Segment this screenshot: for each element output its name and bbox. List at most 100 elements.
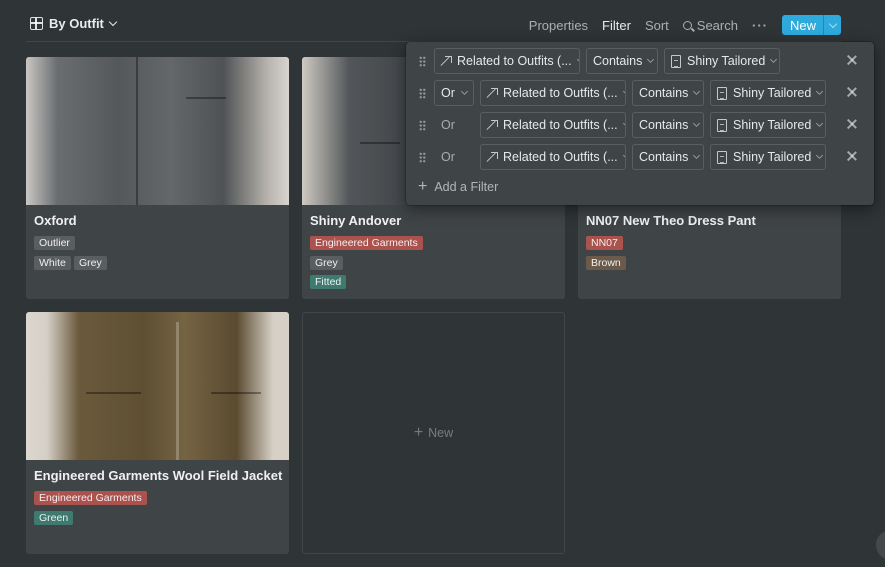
- page-icon: [717, 118, 727, 132]
- filter-property-select[interactable]: Related to Outfits (...: [480, 112, 626, 138]
- tag-color: Green: [34, 511, 74, 525]
- filter-property-select[interactable]: Related to Outfits (...: [434, 48, 580, 74]
- filter-operator-label: Contains: [639, 118, 689, 132]
- filter-property-select[interactable]: Related to Outfits (...: [480, 144, 626, 170]
- page-icon: [717, 150, 727, 164]
- filter-property-label: Related to Outfits (...: [457, 54, 572, 68]
- tag-fit: Fitted: [310, 275, 347, 289]
- new-card-button[interactable]: + New: [302, 312, 565, 554]
- filter-property-label: Related to Outfits (...: [503, 86, 618, 100]
- filter-row: Related to Outfits (... Contains Shiny T…: [406, 48, 874, 74]
- filter-operator-select[interactable]: Contains: [632, 80, 704, 106]
- chevron-down-icon: [828, 19, 837, 28]
- plus-icon: +: [418, 178, 428, 195]
- new-card-label: New: [428, 426, 454, 440]
- remove-filter-icon[interactable]: [846, 54, 858, 66]
- filter-value-label: Shiny Tailored: [687, 54, 766, 68]
- filter-operator-label: Contains: [639, 86, 689, 100]
- search-label: Search: [696, 17, 738, 33]
- chevron-down-icon: [622, 87, 625, 96]
- view-switcher[interactable]: By Outfit: [30, 16, 118, 31]
- chevron-down-icon: [770, 55, 778, 64]
- tag-color: White: [34, 256, 71, 270]
- card-title: Shiny Andover: [310, 213, 402, 228]
- view-toolbar: By Outfit Properties Filter Sort Search …: [26, 10, 841, 42]
- chevron-down-icon: [622, 119, 625, 128]
- drag-handle-icon[interactable]: [419, 152, 426, 163]
- filter-operator-select[interactable]: Contains: [632, 112, 704, 138]
- sort-button[interactable]: Sort: [645, 18, 669, 33]
- filter-operator-label: Contains: [593, 54, 643, 68]
- filter-value-select[interactable]: Shiny Tailored: [710, 80, 826, 106]
- relation-arrow-icon: [487, 152, 498, 162]
- tag-color: Grey: [74, 256, 107, 270]
- chevron-down-icon: [693, 151, 701, 160]
- filter-row: Or Related to Outfits (... Contains Shin…: [406, 112, 874, 138]
- card-title: Oxford: [34, 213, 77, 228]
- card-title: NN07 New Theo Dress Pant: [586, 213, 756, 228]
- filter-row: Or Related to Outfits (... Contains Shin…: [406, 80, 874, 106]
- remove-filter-icon[interactable]: [846, 150, 858, 162]
- relation-arrow-icon: [441, 56, 452, 66]
- chevron-down-icon: [693, 87, 701, 96]
- drag-handle-icon[interactable]: [419, 88, 426, 99]
- filter-row: Or Related to Outfits (... Contains Shin…: [406, 144, 874, 170]
- filter-value-select[interactable]: Shiny Tailored: [710, 112, 826, 138]
- filter-conjunction-label: Or: [441, 86, 455, 100]
- new-dropdown-button[interactable]: [823, 15, 841, 35]
- chevron-down-icon: [576, 55, 579, 64]
- chevron-down-icon: [816, 87, 824, 96]
- add-filter-label: Add a Filter: [434, 180, 499, 194]
- filter-popover: Related to Outfits (... Contains Shiny T…: [406, 42, 874, 205]
- filter-button[interactable]: Filter: [602, 18, 631, 33]
- filter-value-select[interactable]: Shiny Tailored: [664, 48, 780, 74]
- new-button-group: New: [781, 15, 841, 35]
- filter-conjunction-label: Or: [441, 150, 455, 164]
- drag-handle-icon[interactable]: [419, 56, 426, 67]
- filter-operator-select[interactable]: Contains: [632, 144, 704, 170]
- page-icon: [671, 54, 681, 68]
- card-title: Engineered Garments Wool Field Jacket: [34, 468, 283, 483]
- card-cover-image: [26, 312, 289, 460]
- filter-value-select[interactable]: Shiny Tailored: [710, 144, 826, 170]
- chevron-down-icon: [693, 119, 701, 128]
- chevron-down-icon: [647, 55, 655, 64]
- filter-conjunction-select[interactable]: Or: [434, 80, 474, 106]
- filter-operator-label: Contains: [639, 150, 689, 164]
- chevron-down-icon: [816, 151, 824, 160]
- search-icon: [682, 20, 692, 30]
- chevron-down-icon: [622, 151, 625, 160]
- chevron-down-icon: [108, 17, 118, 27]
- relation-arrow-icon: [487, 88, 498, 98]
- remove-filter-icon[interactable]: [846, 86, 858, 98]
- card-cover-image: [26, 57, 289, 205]
- chevron-down-icon: [460, 87, 469, 96]
- relation-arrow-icon: [487, 120, 498, 130]
- new-button[interactable]: New: [782, 15, 823, 35]
- drag-handle-icon[interactable]: [419, 120, 426, 131]
- gallery-card[interactable]: Oxford Outlier White Grey: [26, 57, 289, 299]
- filter-value-label: Shiny Tailored: [733, 150, 812, 164]
- remove-filter-icon[interactable]: [846, 118, 858, 130]
- tag-brand: Outlier: [34, 236, 75, 250]
- help-button[interactable]: [876, 530, 885, 560]
- search-button[interactable]: Search: [682, 17, 738, 33]
- filter-value-label: Shiny Tailored: [733, 118, 812, 132]
- filter-property-select[interactable]: Related to Outfits (...: [480, 80, 626, 106]
- toolbar-actions: Properties Filter Sort Search ··· New: [529, 15, 841, 35]
- filter-value-label: Shiny Tailored: [733, 86, 812, 100]
- filter-operator-select[interactable]: Contains: [586, 48, 658, 74]
- tag-color: Grey: [310, 256, 343, 270]
- filter-conjunction-label: Or: [441, 118, 455, 132]
- tag-brand: Engineered Garments: [34, 491, 147, 505]
- tag-brand: NN07: [586, 236, 623, 250]
- filter-property-label: Related to Outfits (...: [503, 150, 618, 164]
- more-options-button[interactable]: ···: [752, 18, 768, 33]
- gallery-card[interactable]: Engineered Garments Wool Field Jacket En…: [26, 312, 289, 554]
- properties-button[interactable]: Properties: [529, 18, 588, 33]
- tag-color: Brown: [586, 256, 626, 270]
- gallery-icon: [30, 17, 43, 30]
- filter-property-label: Related to Outfits (...: [503, 118, 618, 132]
- chevron-down-icon: [816, 119, 824, 128]
- add-filter-button[interactable]: + Add a Filter: [418, 178, 499, 195]
